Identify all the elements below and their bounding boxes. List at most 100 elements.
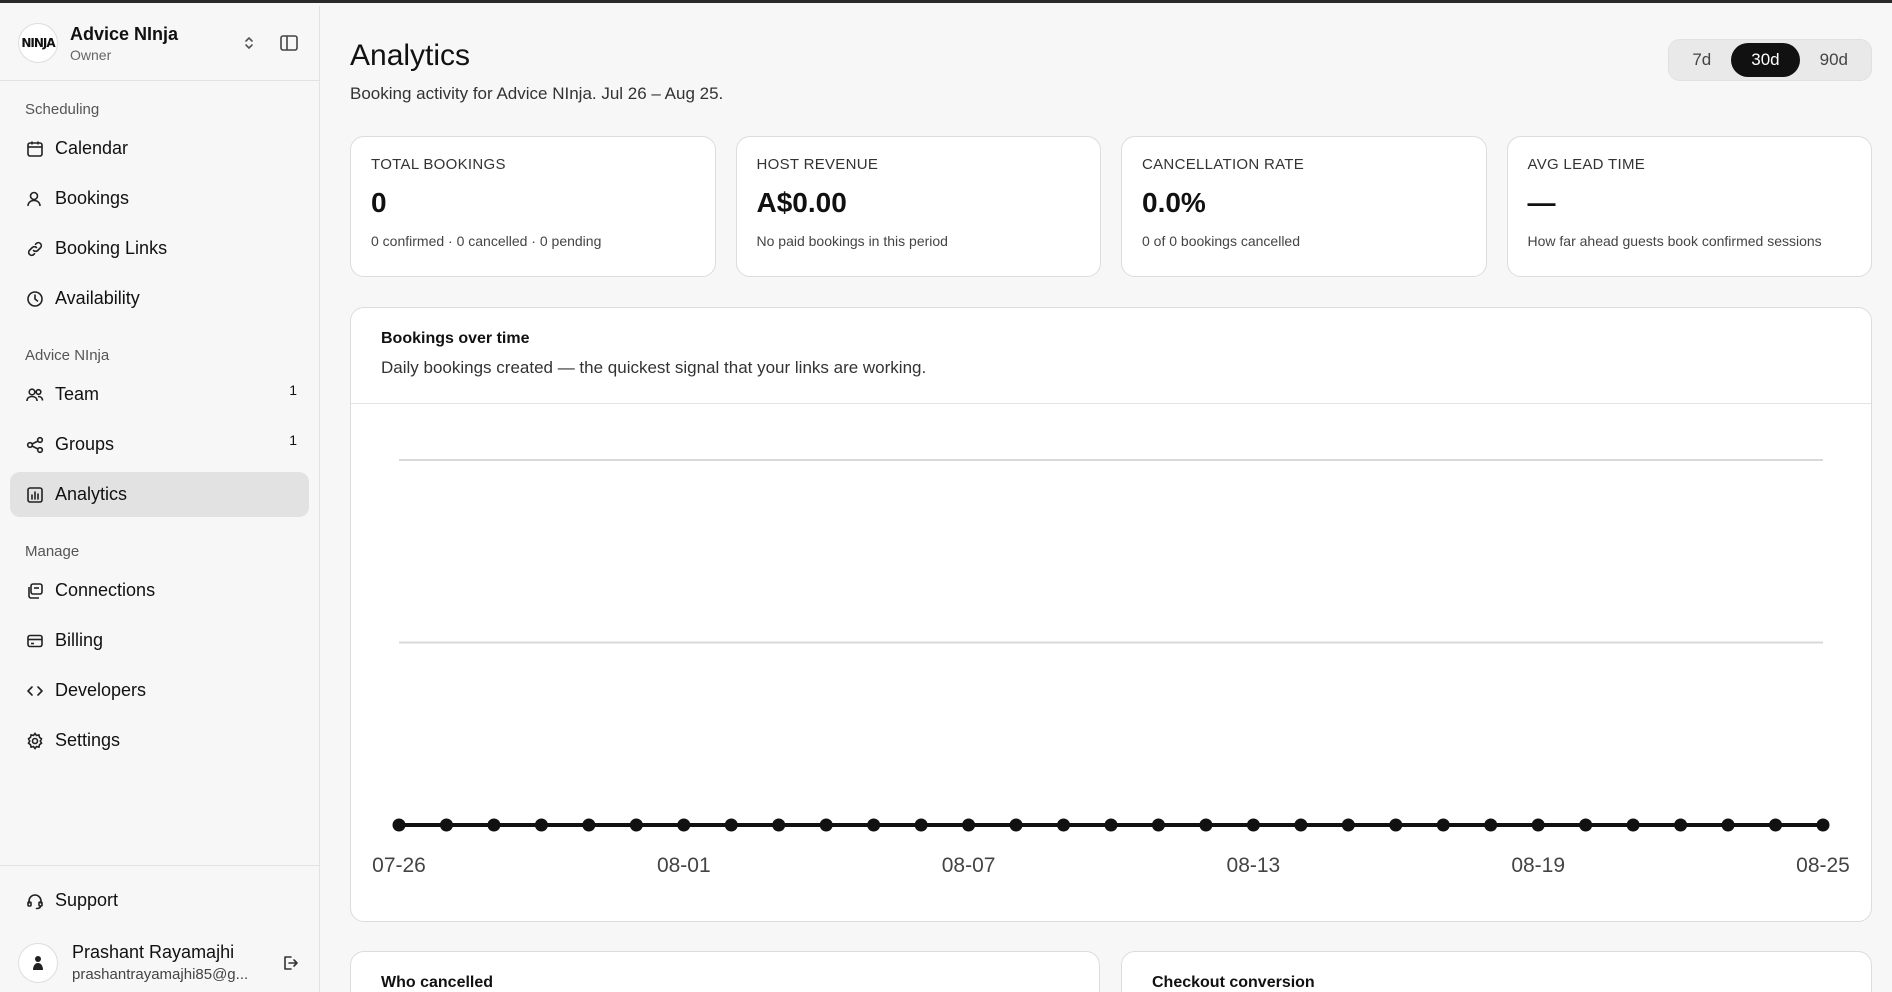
sidebar-item-label: Availability xyxy=(55,288,140,308)
chart-point-08-08[interactable] xyxy=(1009,818,1023,832)
kpi-value: 0.0% xyxy=(1142,187,1206,218)
sidebar-item-settings[interactable]: Settings xyxy=(10,718,309,763)
who-cancelled-card: Who cancelled xyxy=(350,951,1100,992)
chart-point-08-25[interactable] xyxy=(1816,818,1830,832)
clock-icon xyxy=(25,289,45,309)
bar-chart-icon xyxy=(25,485,45,505)
sidebar-item-label: Groups xyxy=(55,434,115,454)
credit-card-icon xyxy=(25,631,45,651)
user-icon xyxy=(25,189,45,209)
chart-point-08-05[interactable] xyxy=(867,818,881,832)
range-90d-button[interactable]: 90d xyxy=(1800,43,1868,77)
chart-point-08-03[interactable] xyxy=(772,818,786,832)
chart-point-08-24[interactable] xyxy=(1769,818,1783,832)
user-info: Prashant Rayamajhi prashantrayamajhi85@g… xyxy=(72,942,278,983)
sidebar-item-groups[interactable]: Groups 1 xyxy=(10,422,309,467)
headset-icon xyxy=(25,891,45,911)
team-icon xyxy=(25,385,45,405)
chart-point-08-23[interactable] xyxy=(1721,818,1735,832)
sidebar-item-calendar[interactable]: Calendar xyxy=(10,126,309,171)
user-email: prashantrayamajhi85@g... xyxy=(72,966,249,983)
org-logo: NINJA xyxy=(18,23,58,63)
chart-point-08-14[interactable] xyxy=(1294,818,1308,832)
chart-point-08-07[interactable] xyxy=(962,818,976,832)
sidebar-footer: Support Prashant Rayamajhi prashantrayam… xyxy=(0,865,320,992)
kpi-card-cancellation-rate: CANCELLATION RATE 0.0% 0 of 0 bookings c… xyxy=(1121,136,1487,277)
chart-point-07-29[interactable] xyxy=(534,818,548,832)
chart-point-08-06[interactable] xyxy=(914,818,928,832)
chart-point-08-19[interactable] xyxy=(1531,818,1545,832)
chart-point-08-15[interactable] xyxy=(1341,818,1355,832)
sidebar-item-connections[interactable]: Connections xyxy=(10,568,309,613)
avatar xyxy=(18,942,58,983)
org-info: Advice NInja Owner xyxy=(70,24,221,63)
sidebar-item-label: Connections xyxy=(55,580,156,600)
chart-point-08-18[interactable] xyxy=(1484,818,1498,832)
x-tick-label: 08-07 xyxy=(942,854,996,877)
sidebar-item-label: Team xyxy=(55,384,100,404)
chart-point-08-09[interactable] xyxy=(1057,818,1071,832)
chart-point-08-21[interactable] xyxy=(1626,818,1640,832)
sidebar-toggle-icon[interactable] xyxy=(277,31,301,55)
chart-point-07-26[interactable] xyxy=(392,818,406,832)
chart-title: Bookings over time xyxy=(381,330,530,347)
x-tick-label: 08-01 xyxy=(657,854,711,877)
chart-point-08-11[interactable] xyxy=(1151,818,1165,832)
sidebar-item-label: Calendar xyxy=(55,138,129,158)
chart-point-08-12[interactable] xyxy=(1199,818,1213,832)
kpi-card-avg-lead-time: AVG LEAD TIME — How far ahead guests boo… xyxy=(1506,136,1872,277)
range-7d-button[interactable]: 7d xyxy=(1672,43,1731,77)
sidebar-item-billing[interactable]: Billing xyxy=(10,618,309,663)
chart-point-07-30[interactable] xyxy=(582,818,596,832)
team-count-badge: 1 xyxy=(289,382,297,398)
sidebar: NINJA Advice NInja Owner Scheduling Cale… xyxy=(0,6,320,992)
sidebar-item-booking-links[interactable]: Booking Links xyxy=(10,226,309,271)
kpi-card-total-bookings: TOTAL BOOKINGS 0 0 confirmed · 0 cancell… xyxy=(350,136,716,277)
sidebar-item-label: Analytics xyxy=(55,484,128,504)
section-label-scheduling: Scheduling xyxy=(25,101,100,118)
sidebar-item-support[interactable]: Support xyxy=(10,878,310,923)
link-icon xyxy=(25,239,45,259)
section-label-manage: Manage xyxy=(25,543,80,560)
range-30d-button[interactable]: 30d xyxy=(1731,43,1800,77)
chart-point-08-10[interactable] xyxy=(1104,818,1118,832)
card-title: Checkout conversion xyxy=(1152,974,1315,991)
chart-point-08-16[interactable] xyxy=(1389,818,1403,832)
user-name: Prashant Rayamajhi xyxy=(72,942,235,962)
chart-point-07-31[interactable] xyxy=(629,818,643,832)
chart-point-07-27[interactable] xyxy=(439,818,453,832)
code-icon xyxy=(25,681,45,701)
share-icon xyxy=(25,435,45,455)
x-tick-label: 07-26 xyxy=(372,854,426,877)
user-profile[interactable]: Prashant Rayamajhi prashantrayamajhi85@g… xyxy=(18,942,302,983)
org-switcher[interactable]: NINJA Advice NInja Owner xyxy=(0,6,319,81)
chart-point-08-13[interactable] xyxy=(1246,818,1260,832)
org-name: Advice NInja xyxy=(70,23,179,44)
sidebar-item-developers[interactable]: Developers xyxy=(10,668,309,713)
kpi-card-host-revenue: HOST REVENUE A$0.00 No paid bookings in … xyxy=(735,136,1101,277)
chart-point-08-04[interactable] xyxy=(819,818,833,832)
gear-icon xyxy=(25,731,45,751)
chart-description: Daily bookings created — the quickest si… xyxy=(381,358,927,377)
sidebar-item-analytics[interactable]: Analytics xyxy=(10,472,309,517)
groups-count-badge: 1 xyxy=(289,432,297,448)
chart-point-08-17[interactable] xyxy=(1436,818,1450,832)
kpi-label: TOTAL BOOKINGS xyxy=(371,156,506,173)
x-tick-label: 08-13 xyxy=(1227,854,1281,877)
chart-point-08-01[interactable] xyxy=(677,818,691,832)
sidebar-item-label: Developers xyxy=(55,680,147,700)
x-tick-label: 08-19 xyxy=(1511,854,1565,877)
sidebar-item-availability[interactable]: Availability xyxy=(10,276,309,321)
chart-point-07-28[interactable] xyxy=(487,818,501,832)
chart-point-08-22[interactable] xyxy=(1674,818,1688,832)
chevron-up-down-icon[interactable] xyxy=(237,31,261,55)
sidebar-item-label: Bookings xyxy=(55,188,130,208)
chart-point-08-02[interactable] xyxy=(724,818,738,832)
sidebar-item-bookings[interactable]: Bookings xyxy=(10,176,309,221)
logout-icon[interactable] xyxy=(278,951,302,975)
calendar-icon xyxy=(25,139,45,159)
chart-point-08-20[interactable] xyxy=(1579,818,1593,832)
kpi-label: HOST REVENUE xyxy=(756,156,879,173)
sidebar-item-team[interactable]: Team 1 xyxy=(10,372,309,417)
page-subtitle: Booking activity for Advice NInja. Jul 2… xyxy=(350,84,724,103)
